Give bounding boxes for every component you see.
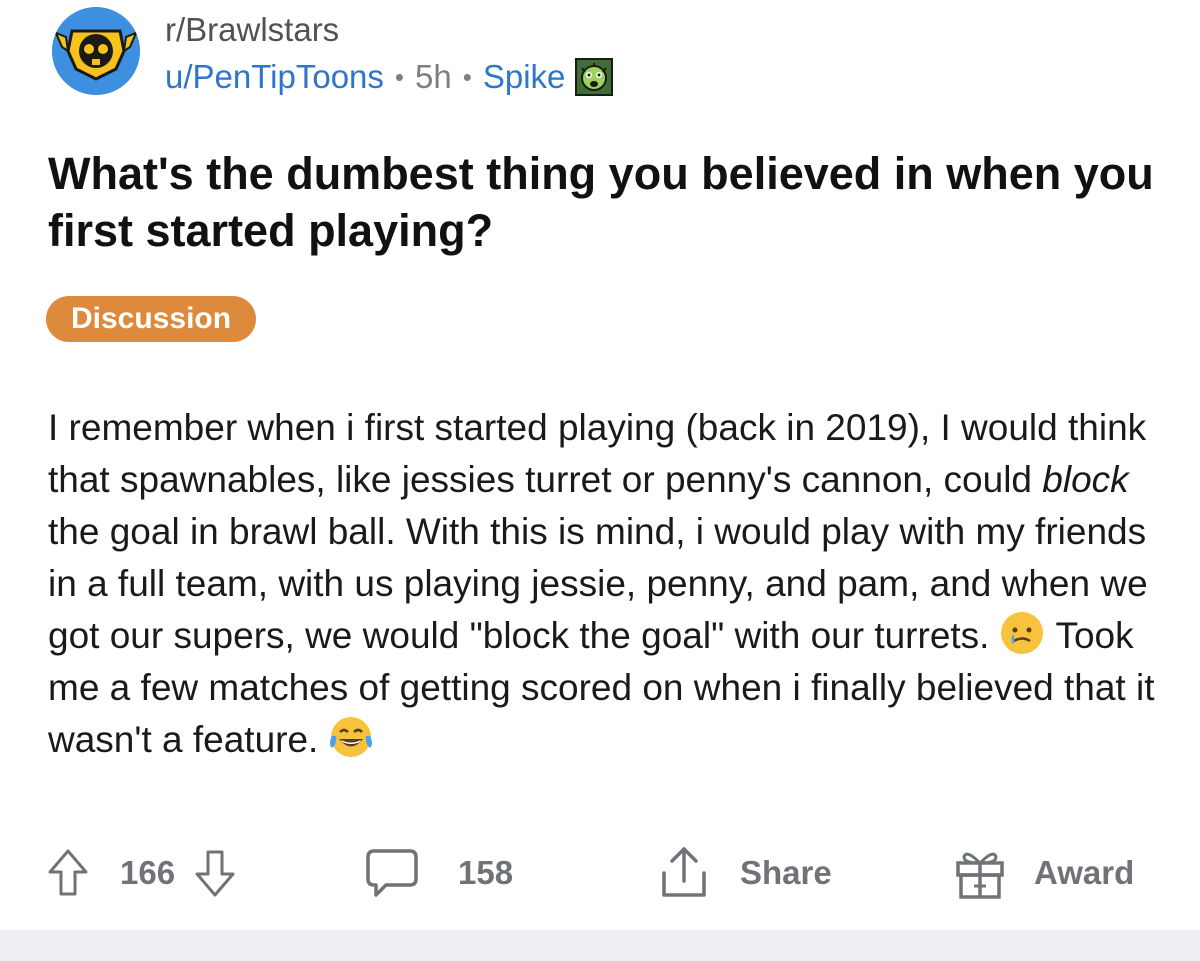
subreddit-name[interactable]: r/Brawlstars — [165, 11, 339, 49]
meta-separator: • — [462, 62, 472, 92]
post-age: 5h — [415, 58, 452, 95]
share-upload-icon — [656, 845, 712, 901]
share-button[interactable]: Share — [656, 838, 832, 908]
user-flair-text[interactable]: Spike — [483, 57, 566, 97]
sad-smile-emoji-icon — [999, 610, 1045, 656]
skull-logo-icon — [52, 7, 140, 95]
upvote-count: 166 — [120, 854, 176, 891]
post-body: I remember when i first started playing … — [48, 402, 1168, 766]
author-link[interactable]: u/PenTipToons — [165, 57, 384, 97]
post-body-paragraph: I remember when i first started playing … — [48, 402, 1168, 766]
upvote-arrow-icon[interactable] — [46, 848, 90, 898]
vote-group: 166 — [46, 838, 237, 908]
gift-award-icon — [952, 845, 1008, 901]
spike-flair-icon — [575, 58, 614, 96]
award-button[interactable]: Award — [952, 838, 1134, 908]
body-emphasis: block — [1042, 459, 1129, 500]
comment-bubble-icon — [364, 845, 420, 901]
laughing-tears-emoji-icon — [328, 714, 374, 760]
share-label: Share — [740, 854, 832, 891]
post-meta: u/PenTipToons • 5h • Spike — [165, 57, 614, 97]
discussion-tag[interactable]: Discussion — [46, 296, 257, 342]
comments-button[interactable]: 158 — [364, 838, 513, 908]
downvote-arrow-icon[interactable] — [193, 848, 237, 898]
meta-separator: • — [394, 62, 405, 92]
post-action-bar: 166 158 Share Award — [0, 838, 1200, 908]
subreddit-avatar[interactable] — [52, 7, 140, 95]
post-title[interactable]: What's the dumbest thing you believed in… — [48, 145, 1168, 259]
footer-divider — [0, 930, 1200, 961]
comment-count: 158 — [458, 854, 514, 891]
body-text-part: the goal in brawl ball. With this is min… — [48, 511, 1148, 656]
award-label: Award — [1034, 854, 1135, 891]
body-text-part: I remember when i first started playing … — [48, 407, 1147, 500]
